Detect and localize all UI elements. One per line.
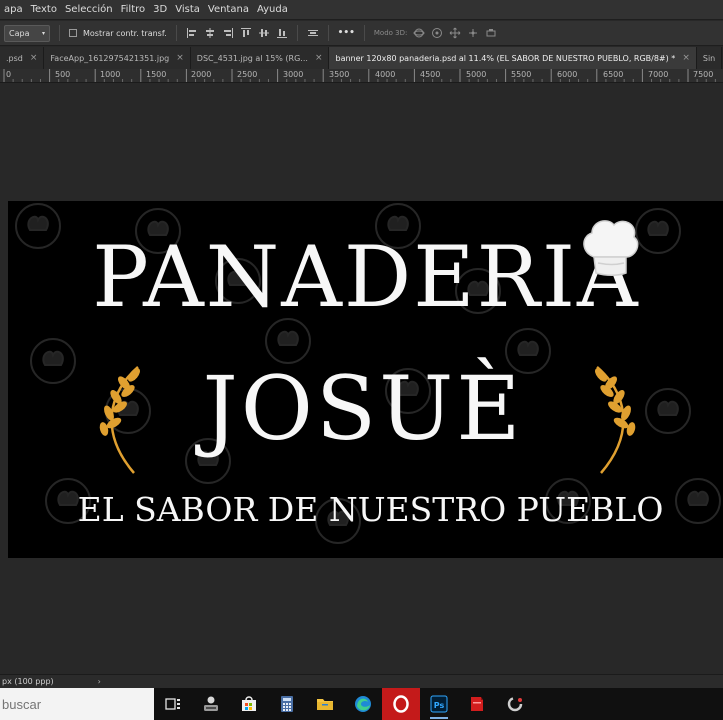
show-transform-label: Mostrar contr. transf. — [83, 28, 167, 38]
close-icon[interactable]: × — [682, 53, 690, 63]
slide-3d-icon[interactable] — [467, 27, 479, 39]
pattern-hat — [277, 330, 299, 346]
divider — [363, 25, 365, 41]
wheat-left-icon — [99, 366, 140, 474]
loading-app-icon[interactable] — [496, 688, 534, 720]
opera-icon[interactable] — [382, 688, 420, 720]
ruler-label: 500 — [55, 70, 71, 79]
menu-capa[interactable]: apa — [0, 0, 27, 20]
distribute-icon[interactable] — [307, 27, 319, 39]
roll-3d-icon[interactable] — [431, 27, 443, 39]
ruler-label: 5000 — [466, 70, 487, 79]
ruler-label: 1500 — [146, 70, 167, 79]
options-bar: Capa ▾ Mostrar contr. transf. ••• Modo 3… — [0, 21, 723, 46]
ruler-label: 2500 — [237, 70, 258, 79]
tab-label: DSC_4531.jpg al 15% (RG... — [196, 53, 308, 63]
pattern-hat — [517, 340, 539, 356]
auto-select-dropdown[interactable]: Capa ▾ — [4, 24, 50, 42]
align-center-icon[interactable] — [204, 27, 216, 39]
ruler-label: 4500 — [420, 70, 441, 79]
tab-dsc[interactable]: DSC_4531.jpg al 15% (RG... × — [190, 47, 330, 69]
ruler-label: 4000 — [375, 70, 396, 79]
search-input[interactable] — [2, 696, 150, 712]
align-right-icon[interactable] — [222, 27, 234, 39]
ruler-label: 7000 — [648, 70, 669, 79]
menu-texto[interactable]: Texto — [27, 0, 61, 20]
divider — [59, 25, 60, 41]
status-bar: px (100 ppp) › — [0, 674, 723, 688]
menu-ayuda[interactable]: Ayuda — [253, 0, 292, 20]
taskbar-search[interactable] — [0, 688, 154, 720]
document-tabs: .psd × FaceApp_1612975421351.jpg × DSC_4… — [0, 47, 723, 69]
tab-label: Sin — [702, 53, 716, 63]
close-icon[interactable]: × — [315, 53, 323, 63]
windows-taskbar: Ps — [0, 688, 723, 720]
ruler-label: 2000 — [191, 70, 212, 79]
user-tool-icon[interactable] — [192, 688, 230, 720]
pattern-hat — [657, 400, 679, 416]
ruler-label: 0 — [6, 70, 12, 79]
mode-3d-label: Modo 3D: — [373, 29, 408, 37]
divider — [296, 25, 298, 41]
align-top-icon[interactable] — [240, 27, 252, 39]
chef-hat-icon[interactable] — [576, 213, 642, 279]
ruler-label: 5500 — [511, 70, 532, 79]
red-app-icon[interactable] — [458, 688, 496, 720]
align-bottom-icon[interactable] — [276, 27, 288, 39]
menu-vista[interactable]: Vista — [171, 0, 204, 20]
close-icon[interactable]: × — [30, 53, 38, 63]
edge-icon[interactable] — [344, 688, 382, 720]
align-left-icon[interactable] — [186, 27, 198, 39]
menu-bar: apa Texto Selección Filtro 3D Vista Vent… — [0, 0, 723, 20]
menu-filtro[interactable]: Filtro — [117, 0, 150, 20]
ruler-label: 3500 — [329, 70, 350, 79]
document-resolution: px (100 ppp) — [2, 677, 54, 686]
tab-label: FaceApp_1612975421351.jpg — [50, 53, 170, 63]
photoshop-window: apa Texto Selección Filtro 3D Vista Vent… — [0, 0, 723, 720]
store-icon[interactable] — [230, 688, 268, 720]
close-icon[interactable]: × — [176, 53, 184, 63]
tab-psd[interactable]: .psd × — [0, 47, 45, 69]
tab-sin[interactable]: Sin — [696, 47, 723, 69]
status-menu-arrow[interactable]: › — [98, 677, 101, 686]
file-explorer-icon[interactable] — [306, 688, 344, 720]
task-view-icon[interactable] — [154, 688, 192, 720]
divider — [175, 25, 177, 41]
banner-artboard[interactable]: PANADERIA JOSUÈ EL SABOR DE NUESTRO PUEB… — [8, 201, 723, 558]
menu-3d[interactable]: 3D — [149, 0, 171, 20]
orbit-3d-icon[interactable] — [413, 27, 425, 39]
menu-ventana[interactable]: Ventana — [204, 0, 253, 20]
photoshop-label: Ps — [434, 701, 445, 710]
tab-faceapp[interactable]: FaceApp_1612975421351.jpg × — [44, 47, 191, 69]
more-options-button[interactable]: ••• — [338, 28, 355, 38]
tagline-text[interactable]: EL SABOR DE NUESTRO PUEBLO — [38, 489, 703, 531]
ruler-label: 6000 — [557, 70, 578, 79]
show-transform-checkbox[interactable] — [69, 29, 77, 37]
ruler-label: 6500 — [603, 70, 624, 79]
divider — [327, 25, 329, 41]
scale-3d-icon[interactable] — [485, 27, 497, 39]
calculator-icon[interactable] — [268, 688, 306, 720]
auto-select-value: Capa — [9, 28, 30, 38]
ruler-label: 1000 — [100, 70, 121, 79]
chevron-down-icon: ▾ — [41, 29, 45, 37]
ruler-label: 7500 — [693, 70, 714, 79]
menu-seleccion[interactable]: Selección — [61, 0, 117, 20]
ruler-label: 3000 — [283, 70, 304, 79]
tab-label: banner 120x80 panaderia.psd al 11.4% (EL… — [335, 53, 676, 63]
horizontal-ruler[interactable]: 0 500 1000 1500 2000 2500 3000 3500 4000… — [0, 69, 723, 83]
wheat-right-icon — [595, 366, 636, 474]
align-middle-icon[interactable] — [258, 27, 270, 39]
pan-3d-icon[interactable] — [449, 27, 461, 39]
tab-label: .psd — [6, 53, 23, 63]
photoshop-icon[interactable]: Ps — [420, 688, 458, 720]
canvas-workspace[interactable]: PANADERIA JOSUÈ EL SABOR DE NUESTRO PUEB… — [0, 84, 723, 674]
pattern-hat — [42, 350, 64, 366]
title-josue[interactable]: JOSUÈ — [158, 359, 568, 459]
tab-banner[interactable]: banner 120x80 panaderia.psd al 11.4% (EL… — [329, 47, 697, 69]
